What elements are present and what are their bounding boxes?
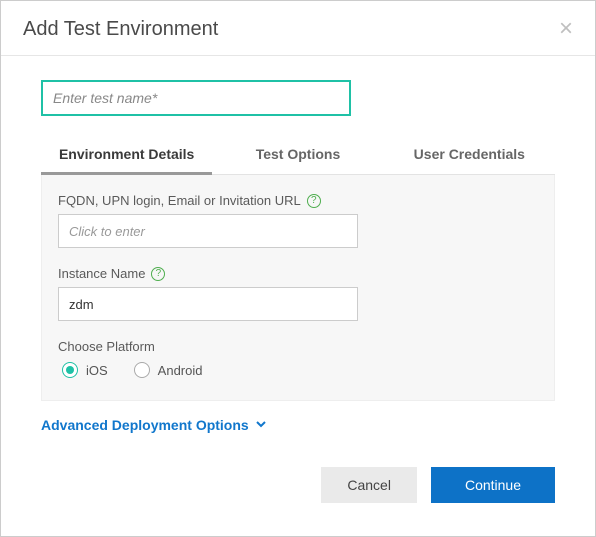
instance-name-input[interactable]: [58, 287, 358, 321]
platform-ios-label: iOS: [86, 363, 108, 378]
fqdn-label: FQDN, UPN login, Email or Invitation URL…: [58, 193, 538, 208]
tabs: Environment Details Test Options User Cr…: [41, 138, 555, 175]
radio-icon: [62, 362, 78, 378]
platform-radio-ios[interactable]: iOS: [62, 362, 108, 378]
instance-name-label: Instance Name ?: [58, 266, 538, 281]
help-icon[interactable]: ?: [307, 194, 321, 208]
instance-name-field-group: Instance Name ?: [58, 266, 538, 321]
help-icon[interactable]: ?: [151, 267, 165, 281]
close-icon[interactable]: ×: [559, 17, 573, 41]
continue-button[interactable]: Continue: [431, 467, 555, 503]
test-name-input[interactable]: [41, 80, 351, 116]
platform-label-text: Choose Platform: [58, 339, 155, 354]
dialog-header: Add Test Environment ×: [1, 1, 595, 56]
advanced-deployment-toggle[interactable]: Advanced Deployment Options: [41, 417, 267, 433]
instance-name-label-text: Instance Name: [58, 266, 145, 281]
tab-test-options[interactable]: Test Options: [212, 138, 383, 174]
environment-details-panel: FQDN, UPN login, Email or Invitation URL…: [41, 175, 555, 401]
chevron-down-icon: [255, 418, 267, 433]
advanced-label: Advanced Deployment Options: [41, 417, 249, 433]
fqdn-field-group: FQDN, UPN login, Email or Invitation URL…: [58, 193, 538, 248]
platform-field-group: Choose Platform iOS Android: [58, 339, 538, 378]
fqdn-input[interactable]: [58, 214, 358, 248]
platform-radio-group: iOS Android: [58, 362, 538, 378]
tab-environment-details[interactable]: Environment Details: [41, 138, 212, 175]
fqdn-label-text: FQDN, UPN login, Email or Invitation URL: [58, 193, 301, 208]
platform-android-label: Android: [158, 363, 203, 378]
tab-user-credentials[interactable]: User Credentials: [384, 138, 555, 174]
radio-icon: [134, 362, 150, 378]
dialog-footer: Cancel Continue: [1, 445, 595, 503]
platform-radio-android[interactable]: Android: [134, 362, 203, 378]
dialog-title: Add Test Environment: [23, 18, 218, 41]
dialog-body: Environment Details Test Options User Cr…: [1, 56, 595, 445]
platform-label: Choose Platform: [58, 339, 538, 354]
cancel-button[interactable]: Cancel: [321, 467, 417, 503]
